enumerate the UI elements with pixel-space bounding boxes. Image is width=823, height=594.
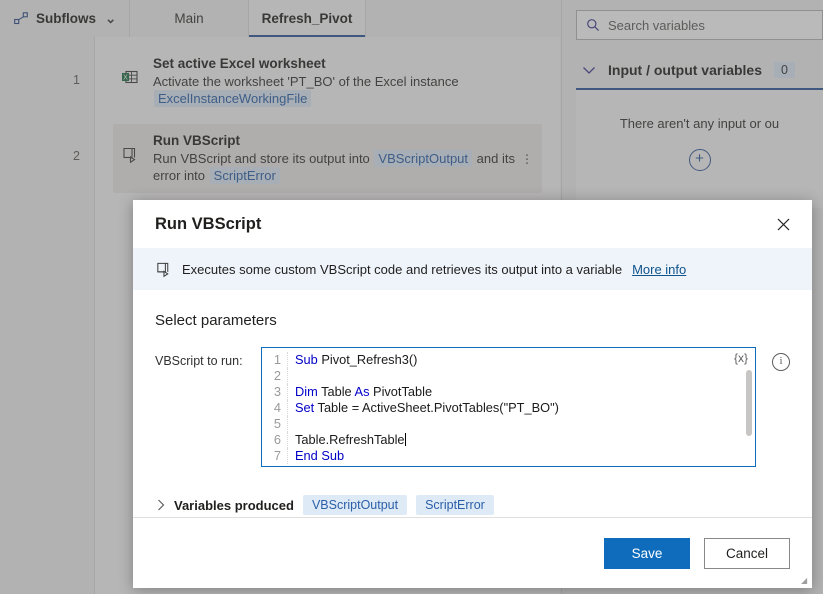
produced-chip-vbscriptoutput[interactable]: VBScriptOutput bbox=[302, 495, 408, 515]
code-line-text: End Sub bbox=[295, 448, 345, 463]
line-number: 6 bbox=[262, 432, 288, 448]
code-editor-scrollbar[interactable] bbox=[746, 370, 752, 436]
more-info-link[interactable]: More info bbox=[632, 262, 686, 277]
line-number: 5 bbox=[262, 416, 288, 432]
run-vbscript-dialog: Run VBScript Executes some custom VBScri… bbox=[133, 200, 812, 588]
code-line-text: Table.RefreshTable bbox=[295, 432, 406, 447]
produced-chip-scripterror[interactable]: ScriptError bbox=[416, 495, 494, 515]
code-line: 1 Sub Pivot_Refresh3() bbox=[262, 352, 755, 368]
info-icon[interactable]: i bbox=[772, 353, 790, 371]
dialog-banner-text: Executes some custom VBScript code and r… bbox=[182, 261, 623, 277]
code-line: 3 Dim Table As PivotTable bbox=[262, 384, 755, 400]
dialog-title-bar: Run VBScript bbox=[133, 200, 812, 248]
dialog-title: Run VBScript bbox=[155, 214, 262, 233]
vbscript-code-editor[interactable]: 1 Sub Pivot_Refresh3() 2 3 Dim Table As Piv… bbox=[261, 347, 756, 467]
dialog-info-banner: Executes some custom VBScript code and r… bbox=[133, 248, 812, 290]
resize-grip[interactable]: ◢ bbox=[801, 577, 809, 585]
code-line-text: Dim Table As PivotTable bbox=[295, 384, 433, 399]
line-number: 3 bbox=[262, 384, 288, 400]
code-line: 5 bbox=[262, 416, 755, 432]
cancel-button[interactable]: Cancel bbox=[704, 537, 790, 569]
code-line-text: Set Table = ActiveSheet.PivotTables("PT_… bbox=[295, 400, 559, 415]
save-button[interactable]: Save bbox=[604, 537, 690, 569]
line-number: 1 bbox=[262, 352, 288, 368]
variable-picker-button[interactable]: {x} bbox=[734, 351, 748, 365]
code-line: 6 Table.RefreshTable bbox=[262, 432, 755, 448]
dialog-body: Select parameters VBScript to run: 1 Sub … bbox=[133, 290, 812, 517]
code-lines[interactable]: 1 Sub Pivot_Refresh3() 2 3 Dim Table As Piv… bbox=[262, 348, 755, 464]
code-line-text: Sub Pivot_Refresh3() bbox=[295, 352, 418, 367]
line-number: 2 bbox=[262, 368, 288, 384]
dialog-footer: Save Cancel ◢ bbox=[133, 517, 812, 588]
select-parameters-heading: Select parameters bbox=[155, 312, 277, 329]
variables-produced-label[interactable]: Variables produced bbox=[174, 498, 294, 513]
text-caret bbox=[404, 433, 406, 446]
code-line: 2 bbox=[262, 368, 755, 384]
line-number: 7 bbox=[262, 448, 288, 464]
vbscript-run-icon bbox=[155, 261, 172, 278]
code-line: 7 End Sub bbox=[262, 448, 755, 464]
vbscript-field-label: VBScript to run: bbox=[155, 354, 243, 368]
code-line: 4 Set Table = ActiveSheet.PivotTables("PT… bbox=[262, 400, 755, 416]
close-icon[interactable] bbox=[770, 211, 796, 237]
chevron-right-icon[interactable] bbox=[157, 499, 165, 511]
variables-produced-row: Variables produced VBScriptOutput Script… bbox=[155, 495, 790, 515]
line-number: 4 bbox=[262, 400, 288, 416]
vbscript-field-row: VBScript to run: 1 Sub Pivot_Refresh3() 2 … bbox=[155, 347, 790, 467]
